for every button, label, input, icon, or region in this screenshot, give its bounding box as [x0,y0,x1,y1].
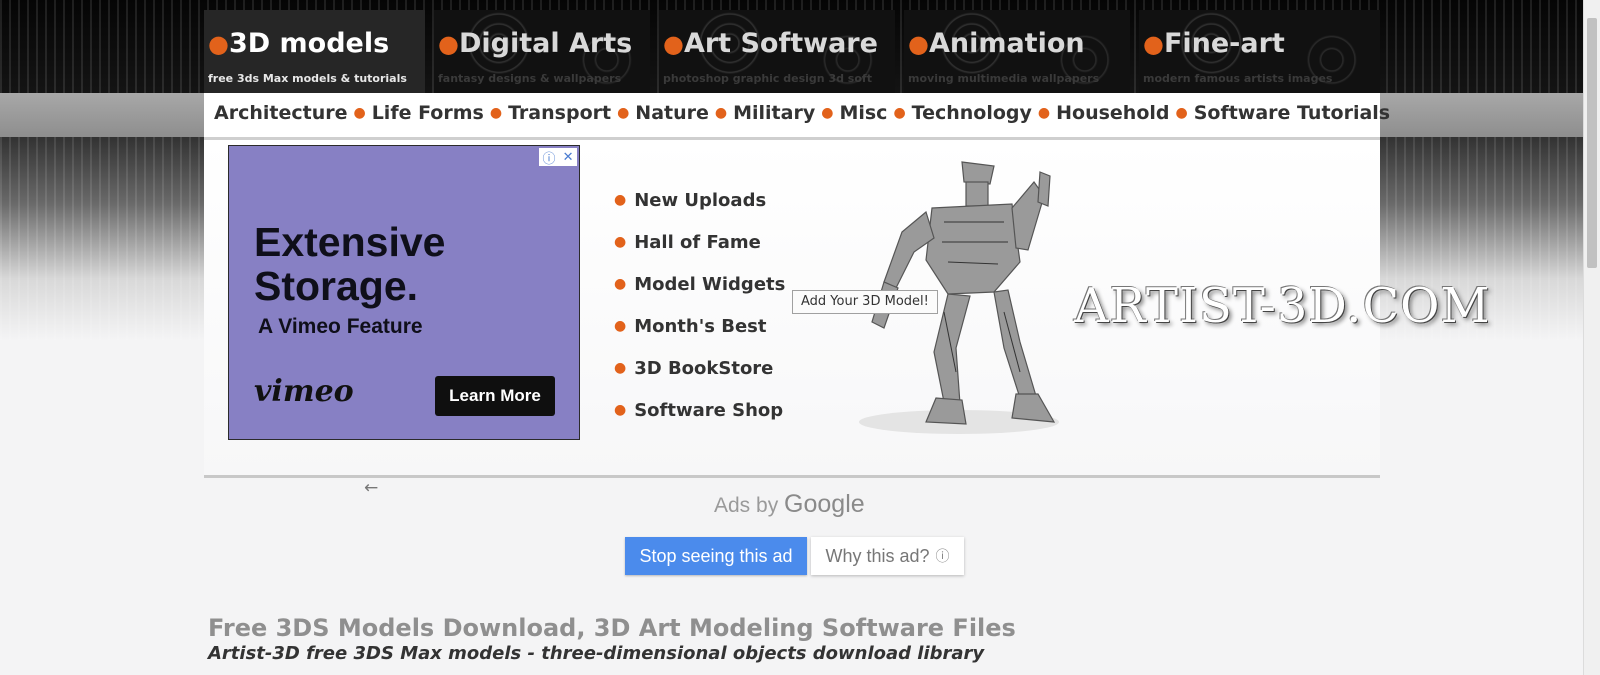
add-3d-model-button[interactable]: Add Your 3D Model! [792,290,938,314]
tab-subtitle: photoshop graphic design 3d soft [663,72,872,85]
bullet-icon: ● [614,360,627,376]
tab-subtitle: fantasy designs & wallpapers [438,72,622,85]
bullet-icon: ● [821,105,834,121]
bullet-icon: ● [614,402,627,418]
ad-headline: Extensive Storage. [254,219,446,309]
vimeo-ad-banner[interactable]: ⓘ ✕ Extensive Storage. A Vimeo Feature v… [228,145,580,440]
link-3d-bookstore[interactable]: ● 3D BookStore [614,358,785,400]
why-this-ad-button[interactable]: Why this ad? ⓘ [811,537,964,575]
bullet-icon: ● [663,30,684,58]
ads-by-google: Ads by Google [714,490,865,518]
category-transport[interactable]: Transport [508,102,611,124]
top-tabs: ●3D models free 3ds Max models & tutoria… [204,10,1380,93]
tab-title: 3D models [228,28,390,59]
info-icon: ⓘ [935,548,950,564]
tab-title: Art Software [683,28,878,59]
page-subtitle: Artist-3D free 3DS Max models - three-di… [208,643,985,664]
bullet-icon: ● [1175,105,1188,121]
bullet-icon: ● [353,105,366,121]
category-bar: Architecture ● Life Forms ● Transport ● Nature… [204,93,1390,140]
vertical-scrollbar[interactable] [1583,0,1600,675]
tab-subtitle: moving multimedia wallpapers [908,72,1100,85]
category-nature[interactable]: Nature [635,102,709,124]
learn-more-button[interactable]: Learn More [435,376,555,416]
tab-fine-art[interactable]: ●Fine-art modern famous artists images [1139,10,1380,93]
ad-choices[interactable]: ⓘ ✕ [539,148,577,167]
category-misc[interactable]: Misc [839,102,887,124]
bullet-icon: ● [1143,30,1164,58]
tab-digital-arts[interactable]: ●Digital Arts fantasy designs & wallpape… [434,10,650,93]
tab-subtitle: free 3ds Max models & tutorials [208,72,407,85]
bullet-icon: ● [438,30,459,58]
bullet-icon: ● [614,234,627,250]
stop-seeing-ad-button[interactable]: Stop seeing this ad [625,537,807,575]
tab-animation[interactable]: ●Animation moving multimedia wallpapers [904,10,1130,93]
link-hall-of-fame[interactable]: ● Hall of Fame [614,232,785,274]
quick-links: ● New Uploads ● Hall of Fame ● Model Widget… [614,190,785,442]
category-software-tutorials[interactable]: Software Tutorials [1194,102,1390,124]
site-logo[interactable]: ARTIST-3D.COM [1074,278,1491,334]
link-model-widgets[interactable]: ● Model Widgets [614,274,785,316]
tab-title: Digital Arts [458,28,633,59]
category-architecture[interactable]: Architecture [214,102,347,124]
bullet-icon: ● [614,192,627,208]
bullet-icon: ● [614,276,627,292]
tab-subtitle: modern famous artists images [1143,72,1333,85]
bullet-icon: ● [617,105,630,121]
vimeo-logo: vimeo [254,374,354,409]
scrollbar-thumb[interactable] [1587,18,1597,268]
header-panel: ⓘ ✕ Extensive Storage. A Vimeo Feature v… [204,140,1490,478]
category-household[interactable]: Household [1056,102,1169,124]
info-icon[interactable]: ⓘ [543,148,556,167]
back-arrow-icon[interactable]: ← [364,478,378,498]
category-life-forms[interactable]: Life Forms [372,102,484,124]
bullet-icon: ● [1037,105,1051,121]
tab-3d-models[interactable]: ●3D models free 3ds Max models & tutoria… [204,10,425,93]
bullet-icon: ● [714,105,728,121]
tab-art-software[interactable]: ●Art Software photoshop graphic design 3… [659,10,895,93]
close-icon[interactable]: ✕ [563,150,574,165]
bullet-icon: ● [893,105,906,121]
link-months-best[interactable]: ● Month's Best [614,316,785,358]
page-title: Free 3DS Models Download, 3D Art Modelin… [208,614,1016,642]
category-military[interactable]: Military [733,102,815,124]
category-technology[interactable]: Technology [912,102,1032,124]
bullet-icon: ● [908,30,929,58]
bullet-icon: ● [489,105,503,121]
tab-title: Fine-art [1163,28,1285,59]
link-new-uploads[interactable]: ● New Uploads [614,190,785,232]
tab-title: Animation [928,28,1085,59]
bullet-icon: ● [614,318,627,334]
bullet-icon: ● [208,30,229,58]
link-software-shop[interactable]: ● Software Shop [614,400,785,442]
ad-feature-text: A Vimeo Feature [258,315,423,338]
google-logo: Google [784,490,865,518]
